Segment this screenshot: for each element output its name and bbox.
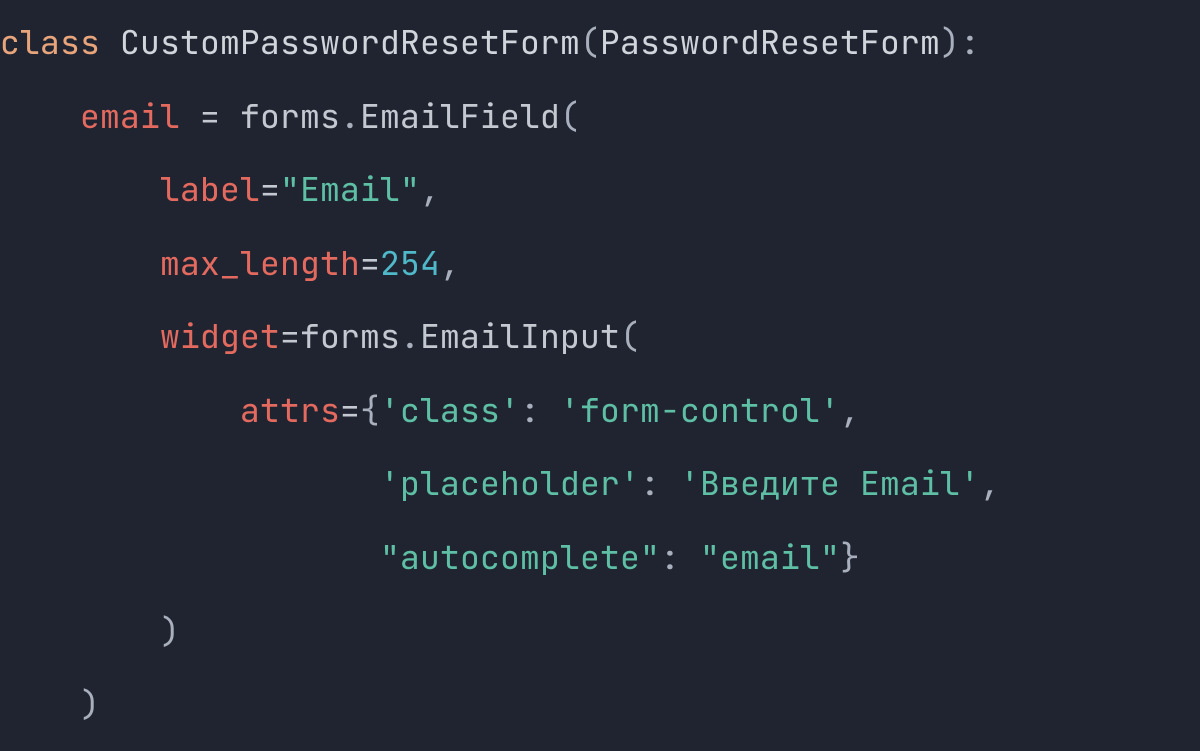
paren-close: ) (160, 609, 180, 653)
comma: , (840, 388, 860, 432)
indent (0, 461, 380, 505)
code-line-9: ) (0, 609, 180, 653)
paren-open: ( (620, 314, 640, 358)
indent (0, 94, 80, 138)
base-class: PasswordResetForm (600, 20, 940, 64)
paren-open: ( (580, 20, 600, 64)
dict-val-form-control: 'form-control' (560, 388, 840, 432)
code-line-3: label="Email", (0, 167, 440, 211)
colon: : (640, 461, 680, 505)
dict-key-autocomplete: "autocomplete" (380, 535, 660, 579)
dot: . (340, 94, 360, 138)
equals: = (260, 167, 280, 211)
kwarg-max-length: max_length (160, 241, 360, 285)
paren-open: ( (560, 94, 580, 138)
equals: = (280, 314, 300, 358)
comma: , (980, 461, 1000, 505)
colon: : (660, 535, 700, 579)
code-line-8: "autocomplete": "email"} (0, 535, 860, 579)
brace-open: { (360, 388, 380, 432)
code-line-7: 'placeholder': 'Введите Email', (0, 461, 1000, 505)
code-block: class CustomPasswordResetForm(PasswordRe… (0, 0, 1200, 742)
paren-close-colon: ): (940, 20, 980, 64)
dict-val-email: "email" (700, 535, 840, 579)
indent (0, 682, 80, 726)
string-email: "Email" (280, 167, 420, 211)
dict-key-placeholder: 'placeholder' (380, 461, 640, 505)
space (100, 20, 120, 64)
call-emailfield: EmailField (360, 94, 560, 138)
indent (0, 535, 380, 579)
keyword-class: class (0, 20, 100, 64)
indent (0, 167, 160, 211)
module-forms: forms (240, 94, 340, 138)
comma: , (440, 241, 460, 285)
dict-val-placeholder: 'Введите Email' (680, 461, 980, 505)
code-line-2: email = forms.EmailField( (0, 94, 580, 138)
equals: = (360, 241, 380, 285)
kwarg-widget: widget (160, 314, 280, 358)
kwarg-label: label (160, 167, 260, 211)
colon: : (520, 388, 560, 432)
code-line-4: max_length=254, (0, 241, 460, 285)
brace-close: } (840, 535, 860, 579)
kwarg-attrs: attrs (240, 388, 340, 432)
classname: CustomPasswordResetForm (120, 20, 580, 64)
code-line-1: class CustomPasswordResetForm(PasswordRe… (0, 20, 980, 64)
field-email: email (80, 94, 180, 138)
equals: = (180, 94, 240, 138)
comma: , (420, 167, 440, 211)
indent (0, 388, 240, 432)
indent (0, 241, 160, 285)
indent (0, 314, 160, 358)
dict-key-class: 'class' (380, 388, 520, 432)
code-line-5: widget=forms.EmailInput( (0, 314, 640, 358)
paren-close: ) (80, 682, 100, 726)
equals: = (340, 388, 360, 432)
number-254: 254 (380, 241, 440, 285)
indent (0, 609, 160, 653)
code-line-6: attrs={'class': 'form-control', (0, 388, 860, 432)
code-line-10: ) (0, 682, 100, 726)
call-emailinput: EmailInput (420, 314, 620, 358)
module-forms: forms (300, 314, 400, 358)
dot: . (400, 314, 420, 358)
